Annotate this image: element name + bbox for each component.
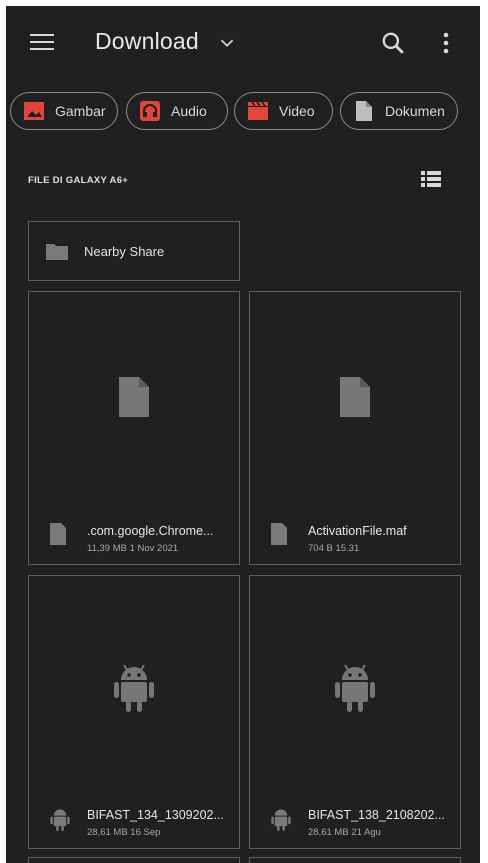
clapperboard-icon	[247, 100, 269, 122]
file-name: BIFAST_134_1309202...	[87, 808, 224, 822]
document-icon	[340, 377, 370, 417]
android-icon	[50, 809, 70, 832]
file-meta: 28,61 MB 21 Agu	[308, 827, 381, 838]
document-icon	[271, 523, 287, 545]
chip-gambar[interactable]: Gambar	[10, 92, 118, 130]
file-card[interactable]: BIFAST_134_1309202... 28,61 MB 16 Sep	[28, 575, 240, 849]
chip-audio[interactable]: Audio	[126, 92, 228, 130]
category-chips: Gambar Audio Video Dokumen	[6, 92, 480, 132]
file-card[interactable]: .com.google.Chrome... 11,39 MB 1 Nov 202…	[28, 291, 240, 565]
file-meta: 11,39 MB 1 Nov 2021	[87, 543, 179, 554]
document-icon	[353, 100, 375, 122]
storage-section-label: FILE DI GALAXY A6+	[28, 175, 129, 186]
search-icon[interactable]	[380, 30, 406, 56]
file-card-partial[interactable]	[249, 857, 461, 863]
chip-label: Audio	[171, 103, 207, 119]
chip-dokumen[interactable]: Dokumen	[340, 92, 458, 130]
chip-label: Video	[279, 103, 315, 119]
document-icon	[119, 377, 149, 417]
file-name: .com.google.Chrome...	[87, 524, 214, 538]
file-browser-screen: Download Gambar Audio Video Dokumen FILE…	[6, 6, 480, 863]
chip-label: Dokumen	[385, 103, 445, 119]
image-icon	[23, 100, 45, 122]
file-card[interactable]: ActivationFile.maf 704 B 15.31	[249, 291, 461, 565]
chevron-down-icon[interactable]	[216, 32, 238, 54]
list-view-icon[interactable]	[420, 169, 442, 189]
android-icon	[114, 664, 154, 712]
nearby-share-item[interactable]: Nearby Share	[28, 221, 240, 281]
page-title[interactable]: Download	[95, 28, 199, 55]
file-card-partial[interactable]	[28, 857, 240, 863]
file-meta: 704 B 15.31	[308, 543, 360, 554]
file-card[interactable]: BIFAST_138_2108202... 28,61 MB 21 Agu	[249, 575, 461, 849]
nearby-share-label: Nearby Share	[84, 243, 165, 259]
android-icon	[335, 664, 375, 712]
chip-video[interactable]: Video	[234, 92, 333, 130]
file-name: BIFAST_138_2108202...	[308, 808, 445, 822]
file-meta: 28,61 MB 16 Sep	[87, 827, 161, 838]
folder-icon	[46, 244, 68, 260]
top-app-bar: Download	[6, 6, 480, 80]
menu-icon[interactable]	[30, 34, 54, 52]
headphones-icon	[139, 100, 161, 122]
document-icon	[50, 523, 66, 545]
android-icon	[271, 809, 291, 832]
more-options-icon[interactable]	[440, 30, 452, 56]
chip-label: Gambar	[55, 103, 106, 119]
file-name: ActivationFile.maf	[308, 524, 407, 538]
